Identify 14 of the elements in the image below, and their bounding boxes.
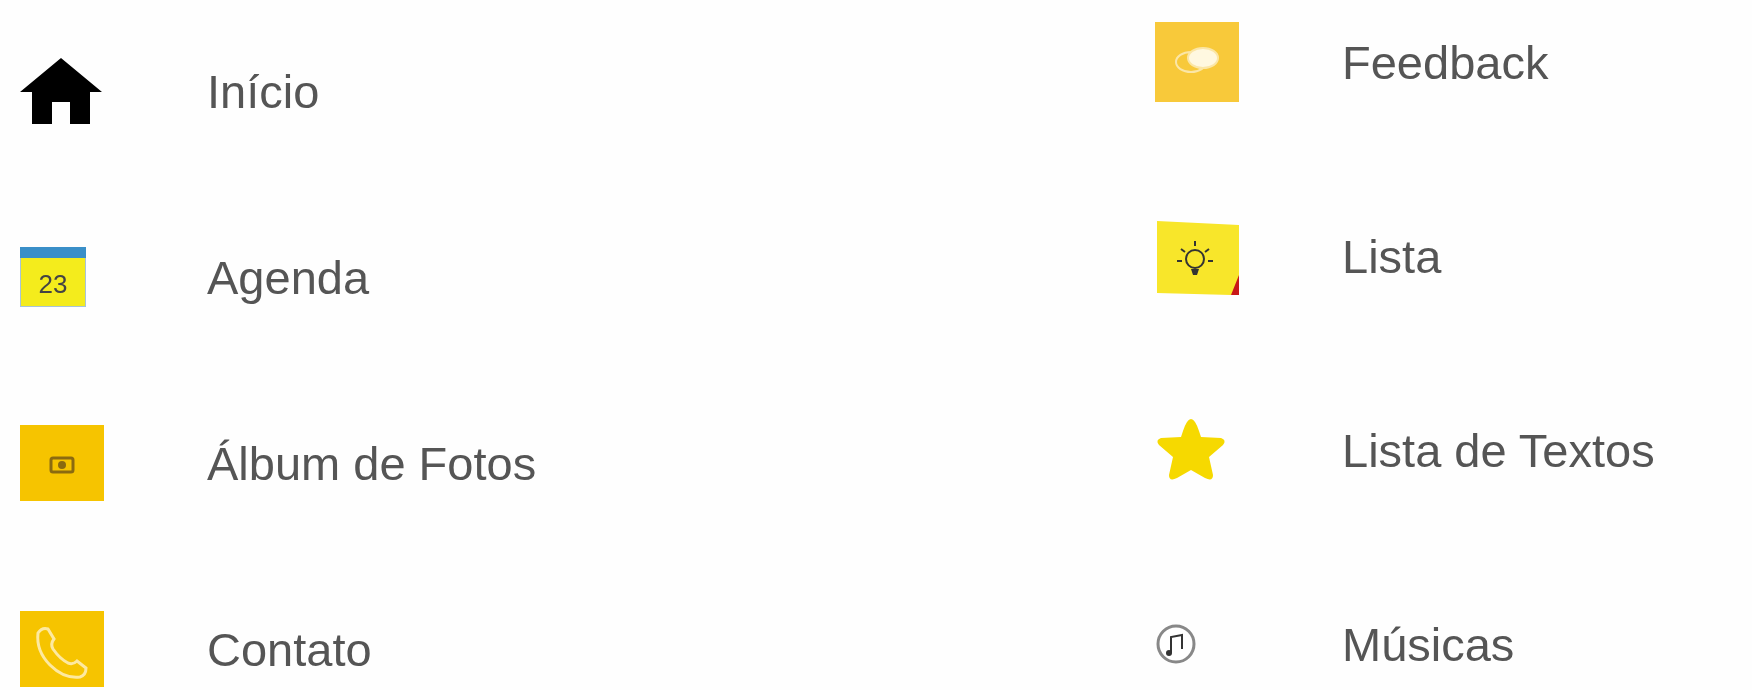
home-icon [20, 58, 102, 124]
menu-item[interactable]: Início [20, 50, 320, 132]
calendar-icon: 23 [20, 247, 86, 307]
menu-item[interactable]: Contato [20, 608, 372, 690]
chat-icon [1155, 22, 1239, 102]
music-icon [1155, 623, 1197, 665]
phone-icon [20, 611, 104, 687]
menu-item[interactable]: Feedback [1155, 20, 1549, 104]
menu-item[interactable]: Músicas [1155, 602, 1515, 686]
menu-item[interactable]: 23 Agenda [20, 236, 370, 318]
menu-item[interactable]: Lista [1155, 214, 1442, 298]
camera-icon [20, 425, 104, 501]
menu-item[interactable]: Álbum de Fotos [20, 422, 537, 504]
menu-item[interactable]: Lista de Textos [1155, 408, 1655, 492]
